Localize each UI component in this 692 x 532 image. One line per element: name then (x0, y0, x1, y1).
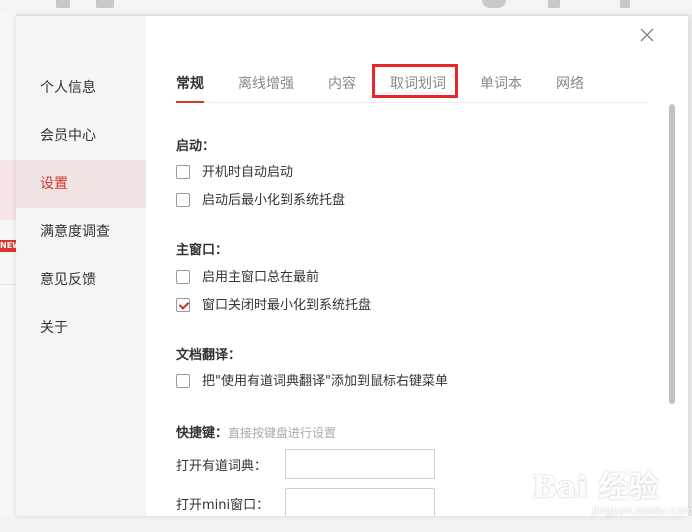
section-title-startup: 启动： (176, 139, 216, 154)
hotkey-label-open-dict: 打开有道词典： (176, 459, 268, 474)
hotkeys-title: 快捷键： (176, 426, 229, 441)
checkbox[interactable] (176, 270, 190, 284)
background-toolbar (0, 0, 692, 14)
section-title-main-window: 主窗口： (176, 243, 229, 258)
checkbox[interactable] (176, 193, 190, 207)
option-label: 把"使用有道词典翻译"添加到鼠标右键菜单 (202, 374, 448, 389)
scrollbar-thumb[interactable] (669, 104, 675, 404)
background-footer (0, 516, 692, 532)
hotkeys-hint: 直接按键盘进行设置 (228, 426, 337, 440)
checkbox[interactable] (176, 165, 190, 179)
hotkey-input-open-mini[interactable] (285, 488, 435, 516)
background-sidebar-active-item (0, 160, 16, 220)
option-label: 启动后最小化到系统托盘 (202, 193, 346, 208)
hotkey-label-open-mini: 打开mini窗口： (176, 498, 270, 513)
option-label: 开机时自动启动 (202, 165, 294, 180)
section-title-hotkeys: 快捷键：直接按键盘进行设置 (176, 422, 336, 441)
checkbox-checked[interactable] (176, 298, 190, 312)
settings-dialog: 个人信息 会员中心 设置 满意度调查 意见反馈 关于 常规 离线增强 内容 取词… (16, 16, 688, 516)
option-label: 窗口关闭时最小化到系统托盘 (202, 298, 372, 313)
new-badge: NEW (0, 240, 16, 252)
background-window-icon (96, 0, 114, 8)
background-settings-icon (620, 0, 630, 8)
option-label: 启用主窗口总在最前 (202, 270, 320, 285)
section-title-doc-translate: 文档翻译： (176, 348, 242, 363)
background-skin-icon (548, 0, 560, 8)
background-sidebar (0, 14, 16, 532)
background-menu-icon (56, 0, 70, 8)
checkbox[interactable] (176, 374, 190, 388)
background-avatar-icon (482, 0, 506, 8)
background-divider (0, 284, 16, 285)
settings-content: 启动： 开机时自动启动 启动后最小化到系统托盘 主窗口： 启用主窗口总在最前 窗… (16, 16, 688, 516)
hotkey-input-open-dict[interactable] (285, 449, 435, 479)
